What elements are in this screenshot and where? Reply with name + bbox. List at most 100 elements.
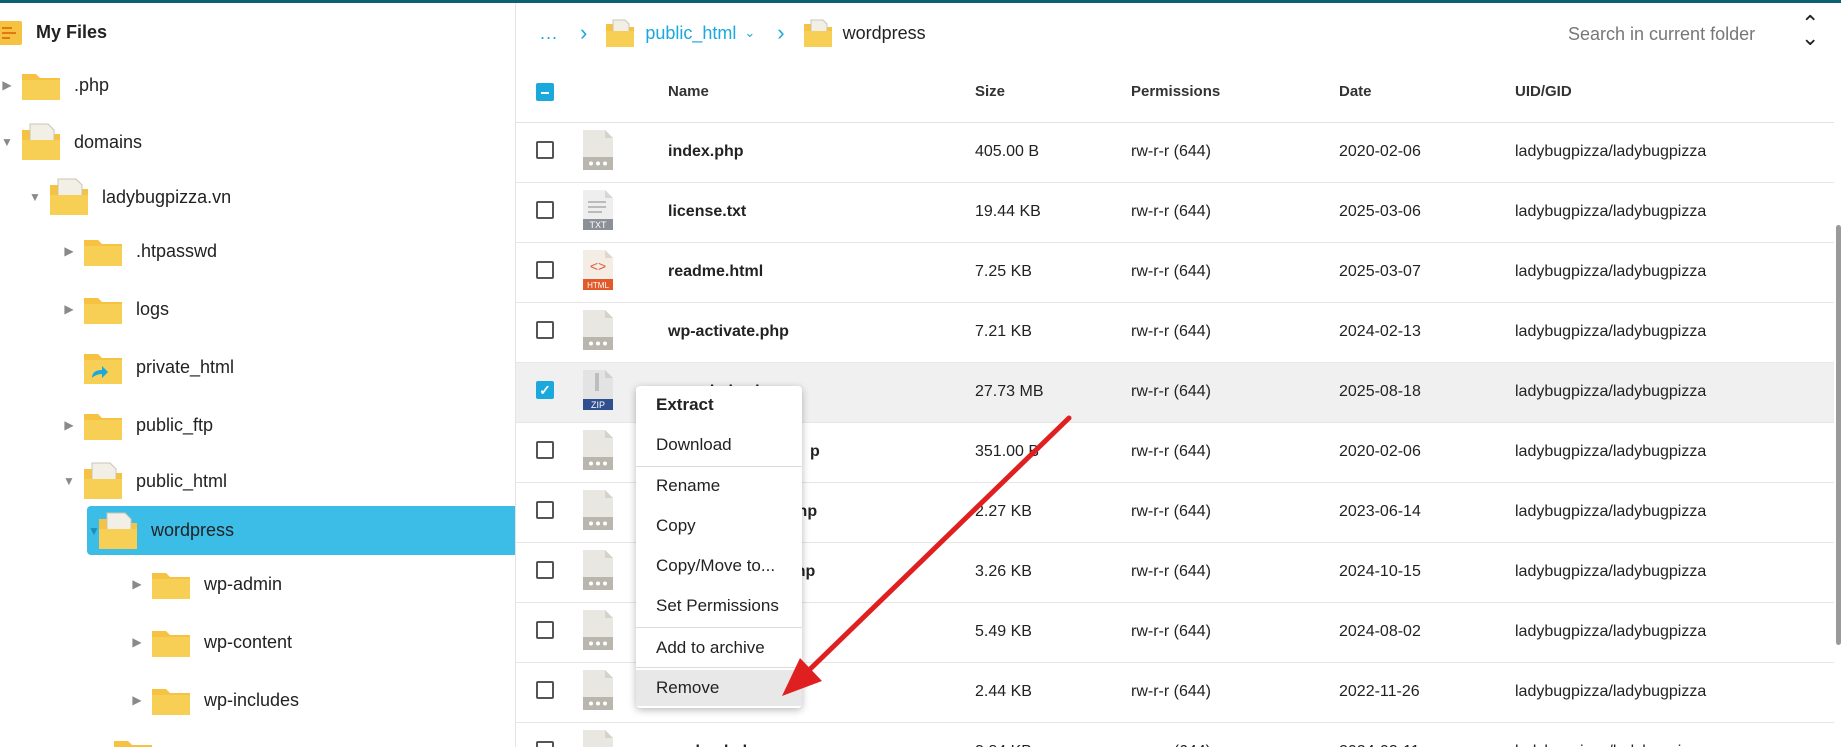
context-menu: Extract Download Rename Copy Copy/Move t…: [636, 386, 802, 708]
open-folder-icon: [50, 178, 88, 215]
open-folder-icon: [84, 462, 122, 499]
row-checkbox[interactable]: [536, 561, 554, 579]
column-header-size[interactable]: Size: [975, 83, 1005, 100]
file-name[interactable]: wp-activate.php: [668, 323, 789, 341]
file-name[interactable]: p: [810, 443, 820, 461]
breadcrumb-item-public-html[interactable]: public_html ⌄: [605, 18, 755, 48]
file-generic-icon: [583, 490, 613, 530]
tree-item-label: .php: [74, 74, 110, 95]
column-header-permissions[interactable]: Permissions: [1131, 83, 1220, 100]
tree-root-my-files[interactable]: My Files: [0, 12, 107, 52]
table-row[interactable]: wp-load.php 3.84 KB rw-r-r (644) 2024-03-11…: [516, 723, 1834, 747]
select-all-checkbox[interactable]: [536, 83, 554, 101]
menu-item-copy[interactable]: Copy: [636, 508, 802, 544]
file-generic-icon: [583, 430, 613, 470]
row-checkbox[interactable]: [536, 501, 554, 519]
expand-arrow-icon[interactable]: ▶: [62, 418, 76, 432]
folder-icon: [22, 74, 60, 100]
file-permissions: rw-r-r (644): [1131, 503, 1211, 520]
tree-item-php[interactable]: ▶ .php: [0, 65, 109, 105]
file-name[interactable]: license.txt: [668, 203, 746, 221]
file-name[interactable]: readme.html: [668, 263, 763, 281]
row-checkbox[interactable]: [536, 741, 554, 747]
file-permissions: rw-r-r (644): [1131, 143, 1211, 160]
row-checkbox[interactable]: [536, 621, 554, 639]
breadcrumb-label: public_html: [645, 22, 737, 43]
collapse-toggle-icon[interactable]: ⌃ ⌄: [1801, 13, 1819, 49]
row-checkbox[interactable]: [536, 321, 554, 339]
tree-item-public-ftp[interactable]: ▶ public_ftp: [62, 405, 213, 445]
file-name[interactable]: wp-load.php: [668, 743, 762, 747]
breadcrumb-item-wordpress[interactable]: wordpress: [803, 18, 926, 48]
row-checkbox[interactable]: [536, 441, 554, 459]
tree-item-domains[interactable]: ▼ domains: [0, 122, 142, 162]
folder-icon: [152, 631, 190, 657]
file-size: 3.84 KB: [975, 743, 1032, 747]
tree-item-wp-admin[interactable]: ▶ wp-admin: [130, 564, 282, 604]
menu-item-download[interactable]: Download: [636, 427, 802, 463]
tree-item-wp-content[interactable]: ▶ wp-content: [130, 622, 292, 662]
row-checkbox[interactable]: [536, 141, 554, 159]
tree-item-wordpress[interactable]: ▼ wordpress: [87, 506, 515, 555]
menu-item-set-permissions[interactable]: Set Permissions: [636, 588, 802, 624]
breadcrumb-ellipsis[interactable]: ...: [540, 23, 558, 44]
menu-item-copy-move[interactable]: Copy/Move to...: [636, 548, 802, 584]
file-size: 19.44 KB: [975, 203, 1041, 220]
row-checkbox[interactable]: [536, 201, 554, 219]
tree-item-ladybugpizza[interactable]: ▼ ladybugpizza.vn: [28, 177, 231, 217]
file-owner: ladybugpizza/ladybugpizza: [1515, 743, 1706, 747]
tree-item-wp-includes[interactable]: ▶ wp-includes: [130, 680, 299, 720]
expand-arrow-icon[interactable]: ▶: [130, 693, 144, 707]
chevron-down-icon[interactable]: ⌄: [744, 25, 755, 41]
file-permissions: rw-r-r (644): [1131, 203, 1211, 220]
file-owner: ladybugpizza/ladybugpizza: [1515, 323, 1707, 340]
table-row[interactable]: TXT license.txt 19.44 KB rw-r-r (644) 2025-0…: [516, 183, 1834, 243]
tree-item-label: .htpasswd: [136, 240, 218, 261]
collapse-arrow-icon[interactable]: ▼: [28, 190, 42, 204]
tree-item-label: private_html: [136, 356, 235, 377]
tree-item-label: wp-includes: [204, 689, 300, 710]
row-checkbox[interactable]: [536, 681, 554, 699]
table-row[interactable]: <> HTML readme.html 7.25 KB rw-r-r (644) 2025…: [516, 243, 1834, 303]
search-input[interactable]: [1566, 19, 1810, 49]
expand-arrow-icon[interactable]: ▶: [130, 577, 144, 591]
tree-item-private-html[interactable]: private_html: [62, 347, 234, 387]
expand-arrow-icon[interactable]: ▶: [62, 244, 76, 258]
column-header-name[interactable]: Name: [668, 83, 709, 100]
collapse-arrow-icon[interactable]: ▼: [62, 474, 76, 488]
table-row[interactable]: index.php 405.00 B rw-r-r (644) 2020-02-06 l…: [516, 123, 1834, 183]
tree-item-label: public_ftp: [136, 414, 214, 435]
tree-item-public-html[interactable]: ▼ public_html: [62, 461, 227, 501]
tree-item-logs[interactable]: ▶ logs: [62, 289, 169, 329]
tree-item-label: wp-content: [204, 631, 293, 652]
row-checkbox[interactable]: [536, 261, 554, 279]
file-name[interactable]: index.php: [668, 143, 744, 161]
tree-item-htpasswd[interactable]: ▶ .htpasswd: [62, 231, 217, 271]
file-permissions: rw-r-r (644): [1131, 383, 1211, 400]
scrollbar-thumb[interactable]: [1836, 225, 1841, 645]
table-row[interactable]: wp-activate.php 7.21 KB rw-r-r (644) 2024-0…: [516, 303, 1834, 363]
menu-item-remove[interactable]: Remove: [636, 670, 802, 706]
menu-item-extract[interactable]: Extract: [636, 387, 802, 423]
file-size: 7.21 KB: [975, 323, 1032, 340]
file-date: 2025-08-18: [1339, 383, 1421, 400]
menu-divider: [636, 627, 802, 628]
svg-text:TXT: TXT: [590, 220, 608, 230]
menu-item-rename[interactable]: Rename: [636, 468, 802, 504]
folder-icon: [84, 240, 122, 266]
expand-arrow-icon[interactable]: ▶: [0, 78, 14, 92]
menu-item-add-to-archive[interactable]: Add to archive: [636, 630, 802, 666]
expand-arrow-icon[interactable]: ▶: [130, 635, 144, 649]
file-size: 2.27 KB: [975, 503, 1032, 520]
file-owner: ladybugpizza/ladybugpizza: [1515, 263, 1707, 280]
file-date: 2020-02-06: [1339, 443, 1421, 460]
row-checkbox[interactable]: ✓: [536, 381, 554, 399]
file-html-icon: <> HTML: [583, 250, 613, 290]
tree-root-label: My Files: [36, 21, 108, 42]
column-header-date[interactable]: Date: [1339, 83, 1372, 100]
collapse-arrow-icon[interactable]: ▼: [0, 135, 14, 149]
file-owner: ladybugpizza/ladybugpizza: [1515, 683, 1707, 700]
column-header-uid[interactable]: UID/GID: [1515, 83, 1572, 100]
file-permissions: rw-r-r (644): [1131, 263, 1211, 280]
expand-arrow-icon[interactable]: ▶: [62, 302, 76, 316]
